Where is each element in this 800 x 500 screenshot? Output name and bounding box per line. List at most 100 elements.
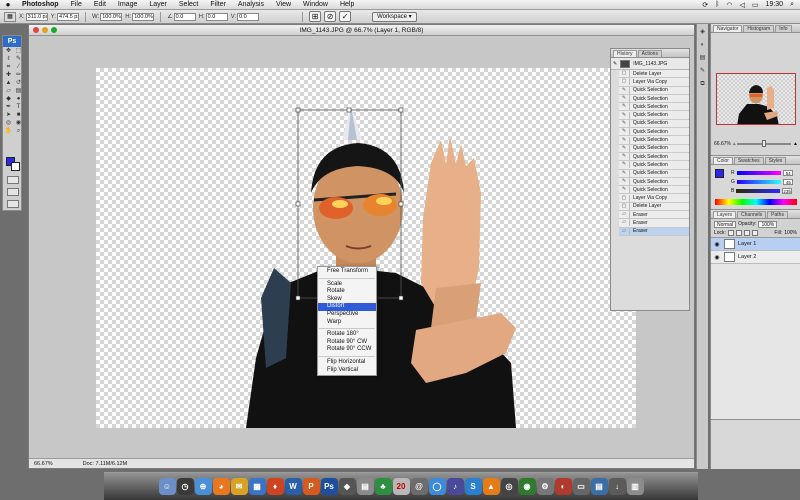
shape-tool-icon[interactable]: ■	[14, 112, 23, 119]
extras-icon[interactable]	[7, 200, 19, 208]
quick-selection-tool-icon[interactable]: ✎	[14, 56, 23, 63]
calendar-icon[interactable]: 20	[392, 478, 410, 495]
commit-transform-icon[interactable]: ✓	[339, 11, 352, 22]
transform-handle[interactable]	[295, 107, 301, 113]
v-skew-input[interactable]: 0.0	[237, 12, 260, 21]
layer-row[interactable]: ◉ Layer 1	[711, 238, 800, 251]
menu-item-perspective[interactable]: Perspective	[318, 311, 376, 319]
history-item[interactable]: ✎ Quick Selection	[619, 161, 689, 170]
stamp-tool-icon[interactable]: ▲	[4, 80, 13, 87]
skype-icon[interactable]: S	[464, 478, 482, 495]
safari-icon[interactable]: ⊕	[194, 478, 212, 495]
minimize-window-icon[interactable]	[42, 27, 48, 33]
downloads-icon[interactable]: ↓	[608, 478, 626, 495]
hand-tool-icon[interactable]: ✋	[4, 128, 13, 135]
zoom-out-icon[interactable]: ▵	[733, 141, 736, 147]
bluetooth-icon[interactable]: ᛒ	[715, 1, 719, 8]
tab-navigator[interactable]: Navigator	[713, 25, 743, 32]
firefox-icon[interactable]: ◕	[212, 478, 230, 495]
preview-icon[interactable]: ▤	[356, 478, 374, 495]
workspace-button[interactable]: Workspace ▾	[372, 11, 417, 22]
zoom-in-icon[interactable]: ▲	[793, 141, 798, 147]
menu-view[interactable]: View	[270, 1, 297, 8]
tab-layers[interactable]: Layers	[713, 211, 737, 218]
move-tool-icon[interactable]: ✥	[4, 48, 13, 55]
angle-input[interactable]: 0.0	[173, 12, 196, 21]
tab-channels[interactable]: Channels	[737, 211, 767, 218]
menu-item-flip-horizontal[interactable]: Flip Horizontal	[318, 359, 376, 367]
transform-handle[interactable]	[295, 201, 301, 207]
mail-icon[interactable]: ✉	[230, 478, 248, 495]
folder-icon[interactable]: ▤	[590, 478, 608, 495]
tab-history[interactable]: History	[613, 50, 637, 57]
warp-toggle-icon[interactable]: ⊞	[309, 11, 322, 22]
navigator-zoom-slider[interactable]	[737, 140, 792, 147]
blend-mode-select[interactable]: Normal	[714, 220, 737, 228]
word-icon[interactable]: W	[284, 478, 302, 495]
close-window-icon[interactable]	[33, 27, 39, 33]
layer-name[interactable]: Layer 1	[738, 241, 756, 247]
menu-layer[interactable]: Layer	[143, 1, 173, 8]
history-item[interactable]: ▱ Eraser	[619, 211, 689, 220]
ical-icon[interactable]: ▦	[248, 478, 266, 495]
menu-item-warp[interactable]: Warp	[318, 319, 376, 327]
red-slider[interactable]	[736, 171, 781, 175]
itunes-icon[interactable]: ♪	[446, 478, 464, 495]
blue-slider[interactable]	[736, 189, 781, 193]
history-item[interactable]: ▢ Delete Layer	[619, 70, 689, 79]
visibility-eye-icon[interactable]: ◉	[713, 254, 721, 261]
lock-transparency-icon[interactable]	[727, 230, 734, 236]
menu-item-rotate[interactable]: Rotate	[318, 288, 376, 296]
tab-actions[interactable]: Actions	[637, 50, 662, 57]
marquee-tool-icon[interactable]: ⬚	[14, 48, 23, 55]
history-item[interactable]: ▢ Delete Layer	[619, 202, 689, 212]
tab-color[interactable]: Color	[713, 157, 733, 164]
type-tool-icon[interactable]: T	[14, 104, 23, 111]
history-item[interactable]: ✎ Quick Selection	[619, 177, 689, 187]
app-icon[interactable]: ♣	[374, 478, 392, 495]
clock[interactable]: 19:30	[766, 1, 784, 8]
navigator-zoom-value[interactable]: 66.67%	[714, 141, 731, 147]
menu-item-distort[interactable]: Distort	[318, 303, 376, 311]
path-selection-tool-icon[interactable]: ➤	[4, 112, 13, 119]
transform-handle[interactable]	[295, 295, 301, 301]
history-brush-tool-icon[interactable]: ↺	[14, 80, 23, 87]
app-icon[interactable]: ▭	[572, 478, 590, 495]
cancel-transform-icon[interactable]: ⊘	[324, 11, 337, 22]
tab-swatches[interactable]: Swatches	[733, 157, 764, 164]
history-snapshot[interactable]: ✎ IMG_1143.JPG	[611, 58, 689, 70]
tool-preset-icon[interactable]: ▦	[4, 11, 16, 22]
zoom-level[interactable]: 66.67%	[34, 461, 53, 467]
fill-input[interactable]: 100%	[784, 230, 797, 236]
tab-styles[interactable]: Styles	[764, 157, 787, 164]
red-value[interactable]: 54	[782, 170, 793, 176]
menu-item-free-transform[interactable]: Free Transform	[318, 268, 376, 276]
zoom-window-icon[interactable]	[51, 27, 57, 33]
app-icon[interactable]: ◐	[554, 478, 572, 495]
height-input[interactable]: 100.0%	[132, 12, 155, 21]
width-input[interactable]: 100.0%	[100, 12, 123, 21]
menu-item-scale[interactable]: Scale	[318, 281, 376, 289]
powerpoint-icon[interactable]: P	[302, 478, 320, 495]
spotlight-icon[interactable]: ⌕	[790, 1, 794, 9]
history-item[interactable]: ✎ Quick Selection	[619, 186, 689, 195]
volume-icon[interactable]: ◁	[740, 1, 745, 9]
tab-paths[interactable]: Paths	[767, 211, 788, 218]
history-item[interactable]: ✎ Quick Selection	[619, 152, 689, 162]
lock-position-icon[interactable]	[743, 230, 750, 236]
eyedropper-tool-icon[interactable]: ⁄	[14, 64, 23, 71]
pen-tool-icon[interactable]: ✒	[4, 104, 13, 111]
system-preferences-icon[interactable]: ⚙	[536, 478, 554, 495]
dodge-tool-icon[interactable]: ●	[14, 96, 23, 103]
apple-menu-icon[interactable]: ●	[0, 0, 16, 9]
battery-icon[interactable]: ▭	[752, 1, 759, 9]
menu-item-skew[interactable]: Skew	[318, 296, 376, 304]
layers-icon[interactable]: ▤	[698, 54, 707, 63]
navigator-icon[interactable]: ◈	[698, 28, 707, 37]
menu-app-name[interactable]: Photoshop	[16, 1, 65, 8]
3d-orbit-tool-icon[interactable]: ◉	[14, 120, 23, 127]
history-item[interactable]: ✎ Quick Selection	[619, 136, 689, 145]
app-icon[interactable]: ♦	[266, 478, 284, 495]
app-icon[interactable]: ◆	[338, 478, 356, 495]
background-color-swatch[interactable]	[11, 162, 20, 171]
